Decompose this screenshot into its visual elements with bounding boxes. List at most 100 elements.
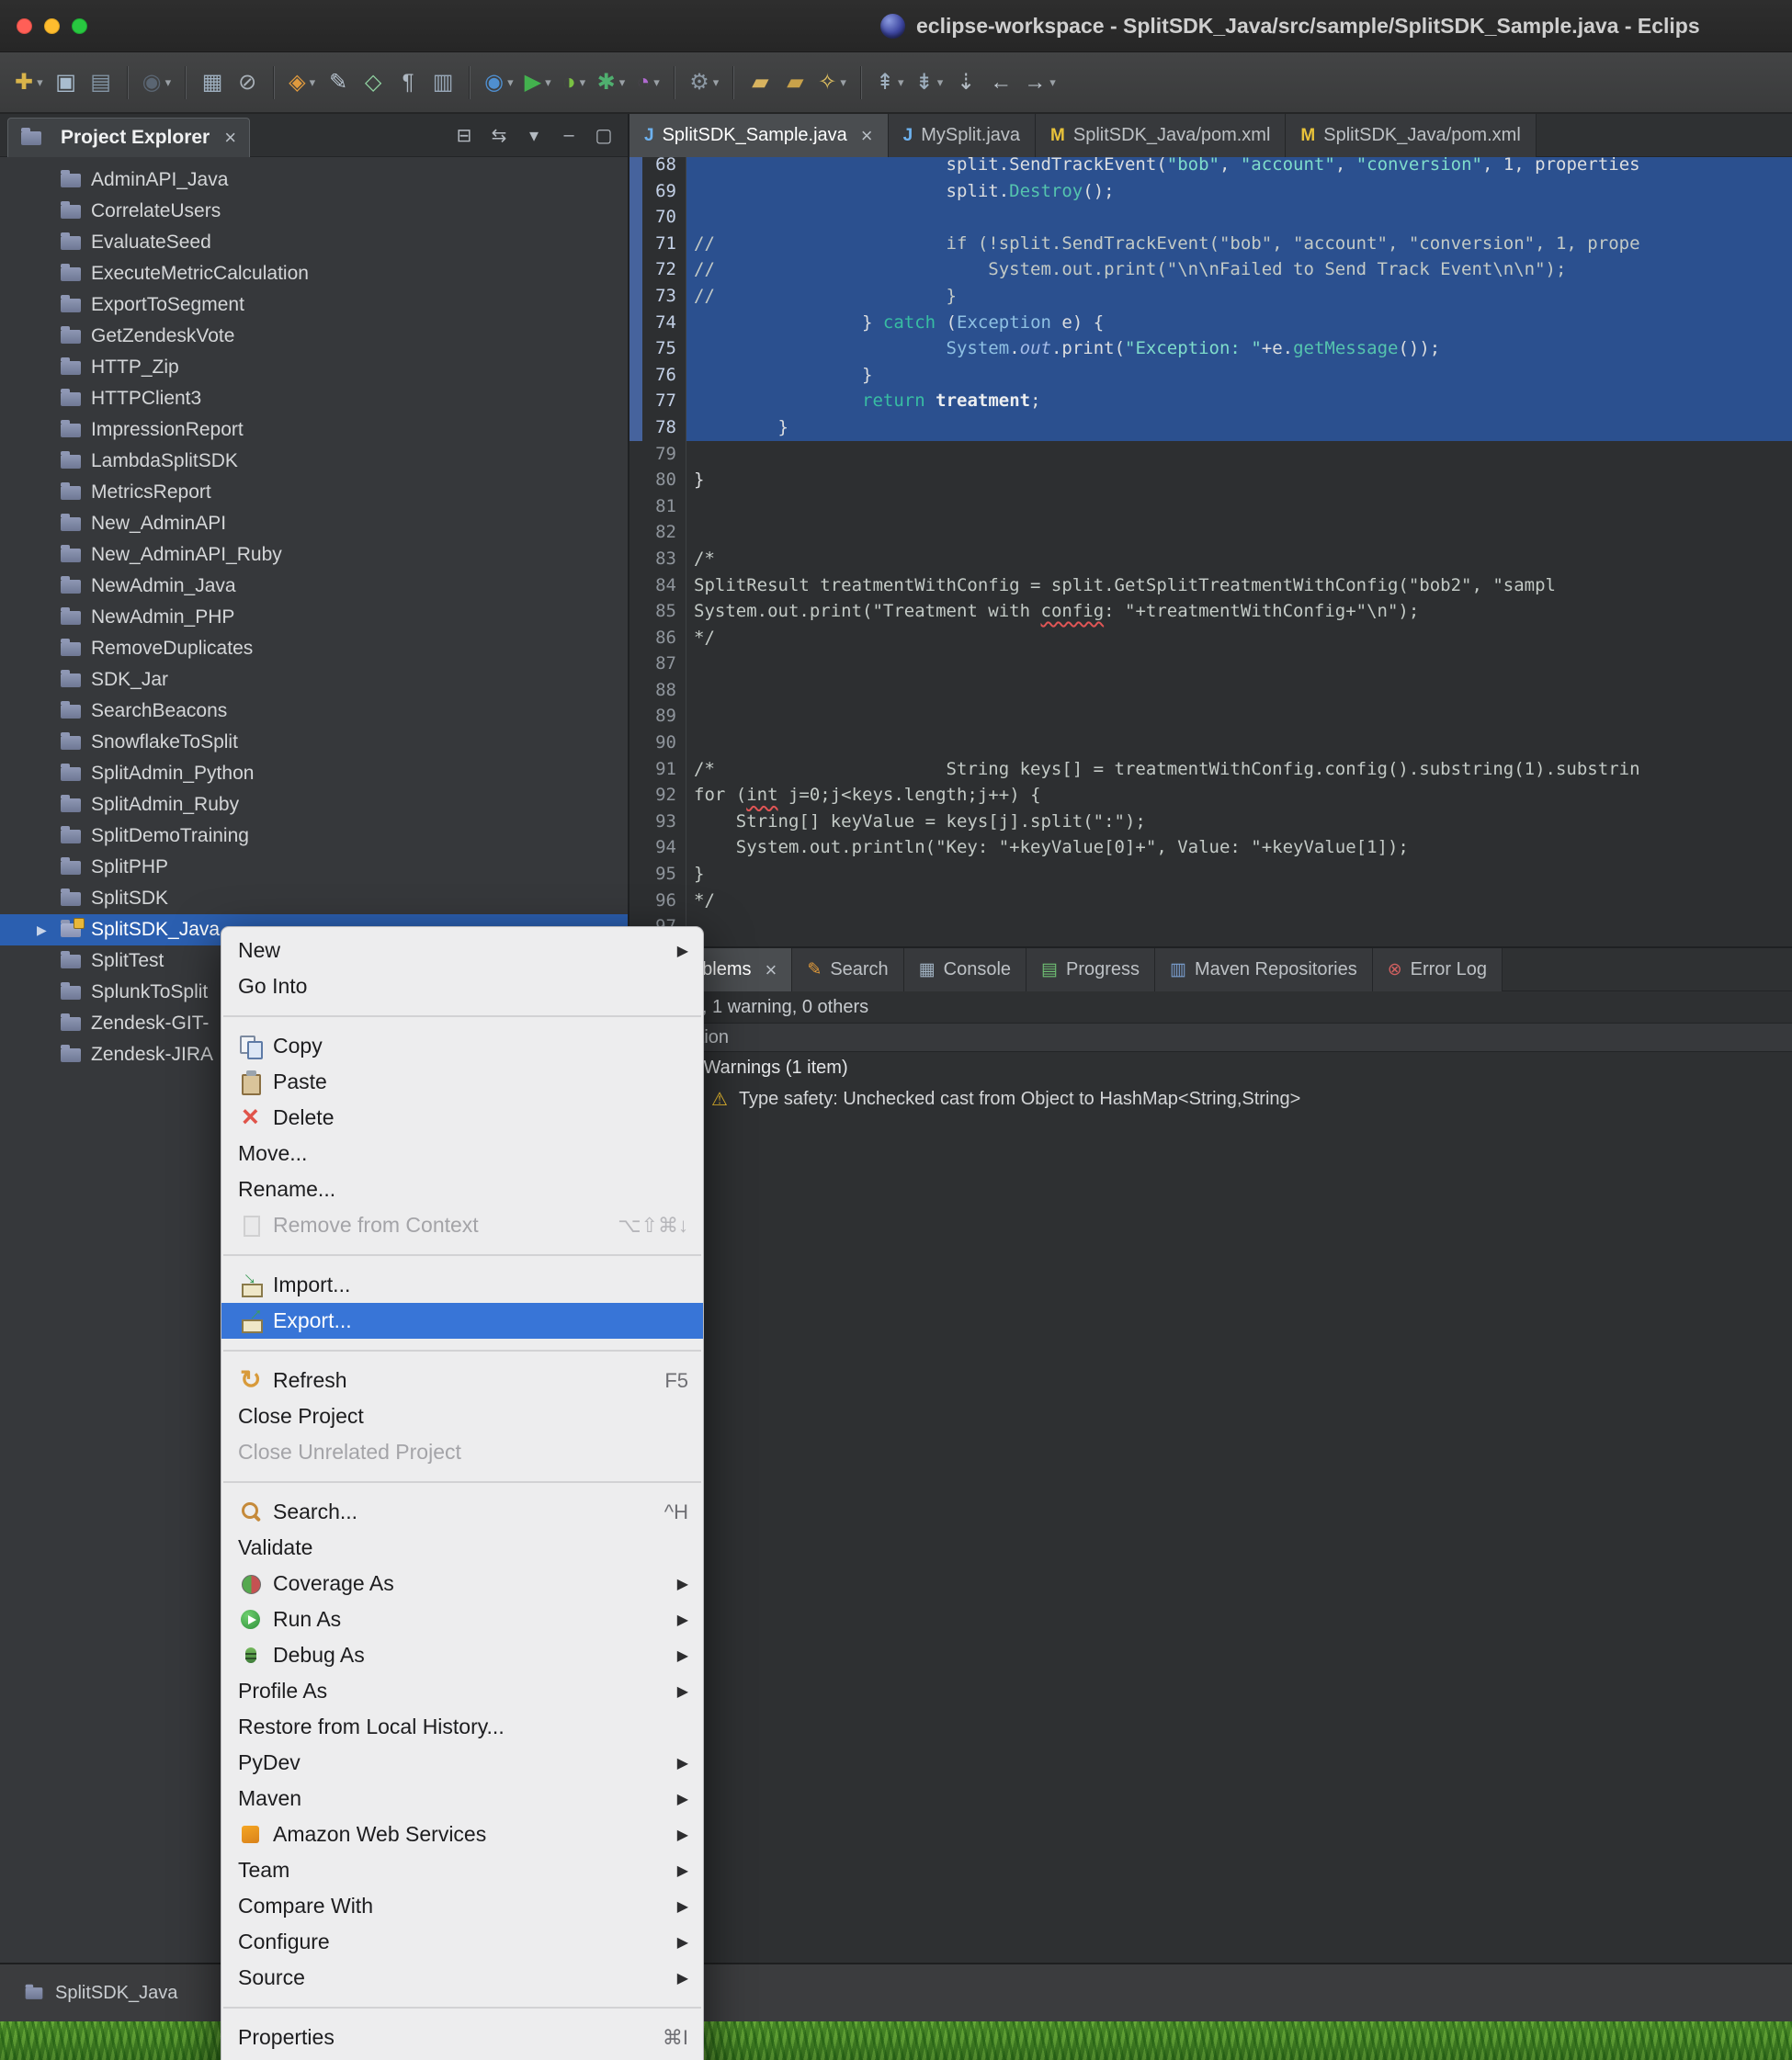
profile-button[interactable]: ◔▾ [630, 63, 665, 102]
menu-item-restore-from-local-history[interactable]: Restore from Local History... [221, 1709, 703, 1745]
collapse-all-button[interactable]: ⊟ [449, 121, 479, 151]
previous-annotation-button[interactable]: ⇞▾ [870, 63, 910, 102]
explorer-project-getzendeskvote[interactable]: GetZendeskVote [0, 321, 628, 352]
last-edit-location-button[interactable]: ⇣ [948, 63, 983, 102]
menu-item-go-into[interactable]: Go Into [221, 968, 703, 1004]
explorer-project-impressionreport[interactable]: ImpressionReport [0, 414, 628, 446]
editor-tab-mysplit-java[interactable]: JMySplit.java [889, 114, 1036, 157]
service-button[interactable]: ◉▾ [479, 63, 518, 102]
user-account-button[interactable]: ◉▾ [137, 63, 176, 102]
show-whitespace-button[interactable]: ¶ [391, 63, 425, 102]
coverage-button[interactable]: ◑▾ [557, 63, 592, 102]
menu-item-export[interactable]: Export... [221, 1303, 703, 1339]
editor-tab-splitsdk-java-pom-xml[interactable]: MSplitSDK_Java/pom.xml [1286, 114, 1536, 157]
debug-button[interactable]: ✱▾ [592, 63, 631, 102]
explorer-project-new-adminapi[interactable]: New_AdminAPI [0, 508, 628, 539]
explorer-project-adminapi-java[interactable]: AdminAPI_Java [0, 164, 628, 196]
tab-search[interactable]: ✎Search [792, 948, 903, 991]
menu-item-move[interactable]: Move... [221, 1136, 703, 1171]
menu-item-paste[interactable]: Paste [221, 1064, 703, 1100]
explorer-project-sdk-jar[interactable]: SDK_Jar [0, 664, 628, 696]
menu-item-search[interactable]: Search...^H [221, 1494, 703, 1530]
menu-item-compare-with[interactable]: Compare With▶ [221, 1888, 703, 1924]
menu-item-debug-as[interactable]: Debug As▶ [221, 1637, 703, 1673]
code-editor[interactable]: 68 split.SendTrackEvent("bob", "account"… [629, 157, 1792, 946]
minimize-button[interactable] [44, 18, 60, 34]
warnings-group-row[interactable]: ▾ Warnings (1 item) [629, 1052, 1792, 1083]
maximize-button[interactable]: ▢ [589, 121, 618, 151]
open-type-button[interactable]: ◇ [356, 63, 391, 102]
explorer-project-splitsdk[interactable]: SplitSDK [0, 883, 628, 914]
menu-item-amazon-web-services[interactable]: Amazon Web Services▶ [221, 1817, 703, 1852]
explorer-project-splitadmin-python[interactable]: SplitAdmin_Python [0, 758, 628, 789]
export-folder-button[interactable]: ▰ [777, 63, 812, 102]
explorer-project-evaluateseed[interactable]: EvaluateSeed [0, 227, 628, 258]
editor-tab-splitsdk-java-pom-xml[interactable]: MSplitSDK_Java/pom.xml [1036, 114, 1286, 157]
close-view-icon[interactable]: × [224, 128, 236, 148]
run-button[interactable]: ▶▾ [519, 63, 557, 102]
menu-item-rename[interactable]: Rename... [221, 1171, 703, 1207]
explorer-project-lambdasplitsdk[interactable]: LambdaSplitSDK [0, 446, 628, 477]
tab-maven-repositories[interactable]: ▥Maven Repositories [1155, 948, 1373, 991]
forward-button[interactable]: →▾ [1018, 63, 1061, 102]
menu-item-team[interactable]: Team▶ [221, 1852, 703, 1888]
explorer-project-new-adminapi-ruby[interactable]: New_AdminAPI_Ruby [0, 539, 628, 571]
warning-row[interactable]: ⚠ Type safety: Unchecked cast from Objec… [629, 1083, 1792, 1115]
menu-item-delete[interactable]: Delete [221, 1100, 703, 1136]
menu-item-close-project[interactable]: Close Project [221, 1398, 703, 1434]
next-annotation-button[interactable]: ⇟▾ [910, 63, 949, 102]
menu-item-new[interactable]: New▶ [221, 933, 703, 968]
menu-item-coverage-as[interactable]: Coverage As▶ [221, 1566, 703, 1602]
menu-item-refresh[interactable]: RefreshF5 [221, 1363, 703, 1398]
explorer-project-removeduplicates[interactable]: RemoveDuplicates [0, 633, 628, 664]
explorer-project-executemetriccalculation[interactable]: ExecuteMetricCalculation [0, 258, 628, 289]
zoom-button[interactable] [72, 18, 87, 34]
pin-editor-button[interactable]: ⊘ [230, 63, 265, 102]
link-with-editor-button[interactable]: ⇆ [484, 121, 514, 151]
close-tab-icon[interactable]: × [766, 960, 777, 980]
new-wizard-button[interactable]: ✚▾ [9, 63, 49, 102]
editor-tab-splitsdk-sample-java[interactable]: JSplitSDK_Sample.java× [629, 114, 889, 157]
explorer-project-httpclient3[interactable]: HTTPClient3 [0, 383, 628, 414]
save-button[interactable]: ▣ [49, 63, 84, 102]
minimize-button[interactable]: – [554, 121, 584, 151]
explorer-project-splitadmin-ruby[interactable]: SplitAdmin_Ruby [0, 789, 628, 821]
java-package-button[interactable]: ◈▾ [283, 63, 321, 102]
explorer-project-metricsreport[interactable]: MetricsReport [0, 477, 628, 508]
menu-item-properties[interactable]: Properties⌘I [221, 2020, 703, 2055]
explorer-project-newadmin-php[interactable]: NewAdmin_PHP [0, 602, 628, 633]
explorer-project-http-zip[interactable]: HTTP_Zip [0, 352, 628, 383]
explorer-project-splitphp[interactable]: SplitPHP [0, 852, 628, 883]
menu-item-source[interactable]: Source▶ [221, 1960, 703, 1996]
menu-item-copy[interactable]: Copy [221, 1028, 703, 1064]
mark-occurrences-button[interactable]: ▥ [425, 63, 460, 102]
external-tools-button[interactable]: ⚙▾ [684, 63, 724, 102]
explorer-project-correlateusers[interactable]: CorrelateUsers [0, 196, 628, 227]
explorer-project-splitdemotraining[interactable]: SplitDemoTraining [0, 821, 628, 852]
problems-column-header[interactable]: Description [629, 1023, 1792, 1052]
tab-project-explorer[interactable]: Project Explorer × [7, 118, 250, 157]
menu-item-profile-as[interactable]: Profile As▶ [221, 1673, 703, 1709]
back-button[interactable]: ← [983, 63, 1018, 102]
explorer-project-exporttosegment[interactable]: ExportToSegment [0, 289, 628, 321]
explorer-project-snowflaketosplit[interactable]: SnowflakeToSplit [0, 727, 628, 758]
menu-item-maven[interactable]: Maven▶ [221, 1781, 703, 1817]
tab-progress[interactable]: ▤Progress [1026, 948, 1155, 991]
annotate-button[interactable]: ✎ [321, 63, 356, 102]
open-console-button[interactable]: ▦ [195, 63, 230, 102]
close-button[interactable] [17, 18, 32, 34]
explorer-project-searchbeacons[interactable]: SearchBeacons [0, 696, 628, 727]
expand-arrow-icon[interactable]: ▶ [37, 922, 61, 938]
menu-item-configure[interactable]: Configure▶ [221, 1924, 703, 1960]
save-all-button[interactable]: ▤ [84, 63, 119, 102]
menu-item-validate[interactable]: Validate [221, 1530, 703, 1566]
view-menu-button[interactable]: ▾ [519, 121, 549, 151]
menu-item-pydev[interactable]: PyDev▶ [221, 1745, 703, 1781]
tab-console[interactable]: ▦Console [904, 948, 1026, 991]
menu-item-import[interactable]: Import... [221, 1267, 703, 1303]
menu-item-run-as[interactable]: Run As▶ [221, 1602, 703, 1637]
search-toolbar-button[interactable]: ✧▾ [812, 63, 852, 102]
tab-error-log[interactable]: ⊗Error Log [1373, 948, 1503, 991]
import-folder-button[interactable]: ▰ [743, 63, 777, 102]
close-tab-icon[interactable]: × [861, 126, 873, 146]
